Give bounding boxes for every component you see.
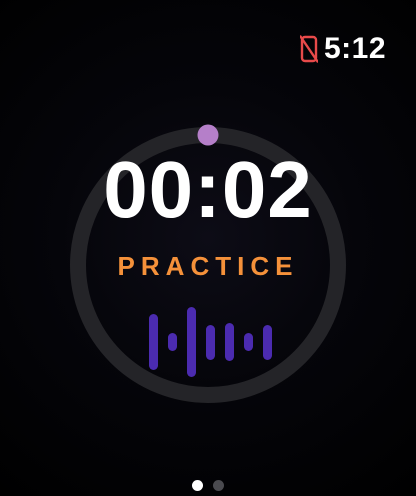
waveform-bar	[168, 333, 177, 351]
watch-screen: 5:12 00:02 PRACTICE	[0, 0, 416, 496]
audio-waveform-icon	[146, 304, 272, 380]
waveform-bar	[149, 314, 158, 370]
elapsed-timer: 00:02	[103, 145, 313, 234]
progress-ring	[70, 124, 346, 403]
waveform-bar	[225, 322, 234, 362]
waveform-bar	[263, 324, 272, 360]
page-dot[interactable]	[192, 480, 203, 491]
mode-label: PRACTICE	[117, 251, 299, 281]
page-indicator	[0, 480, 416, 491]
ring-progress-knob	[197, 124, 219, 146]
waveform-bar	[206, 324, 215, 360]
waveform-bar	[244, 333, 253, 351]
page-dot[interactable]	[213, 480, 224, 491]
waveform-bar	[187, 307, 196, 377]
